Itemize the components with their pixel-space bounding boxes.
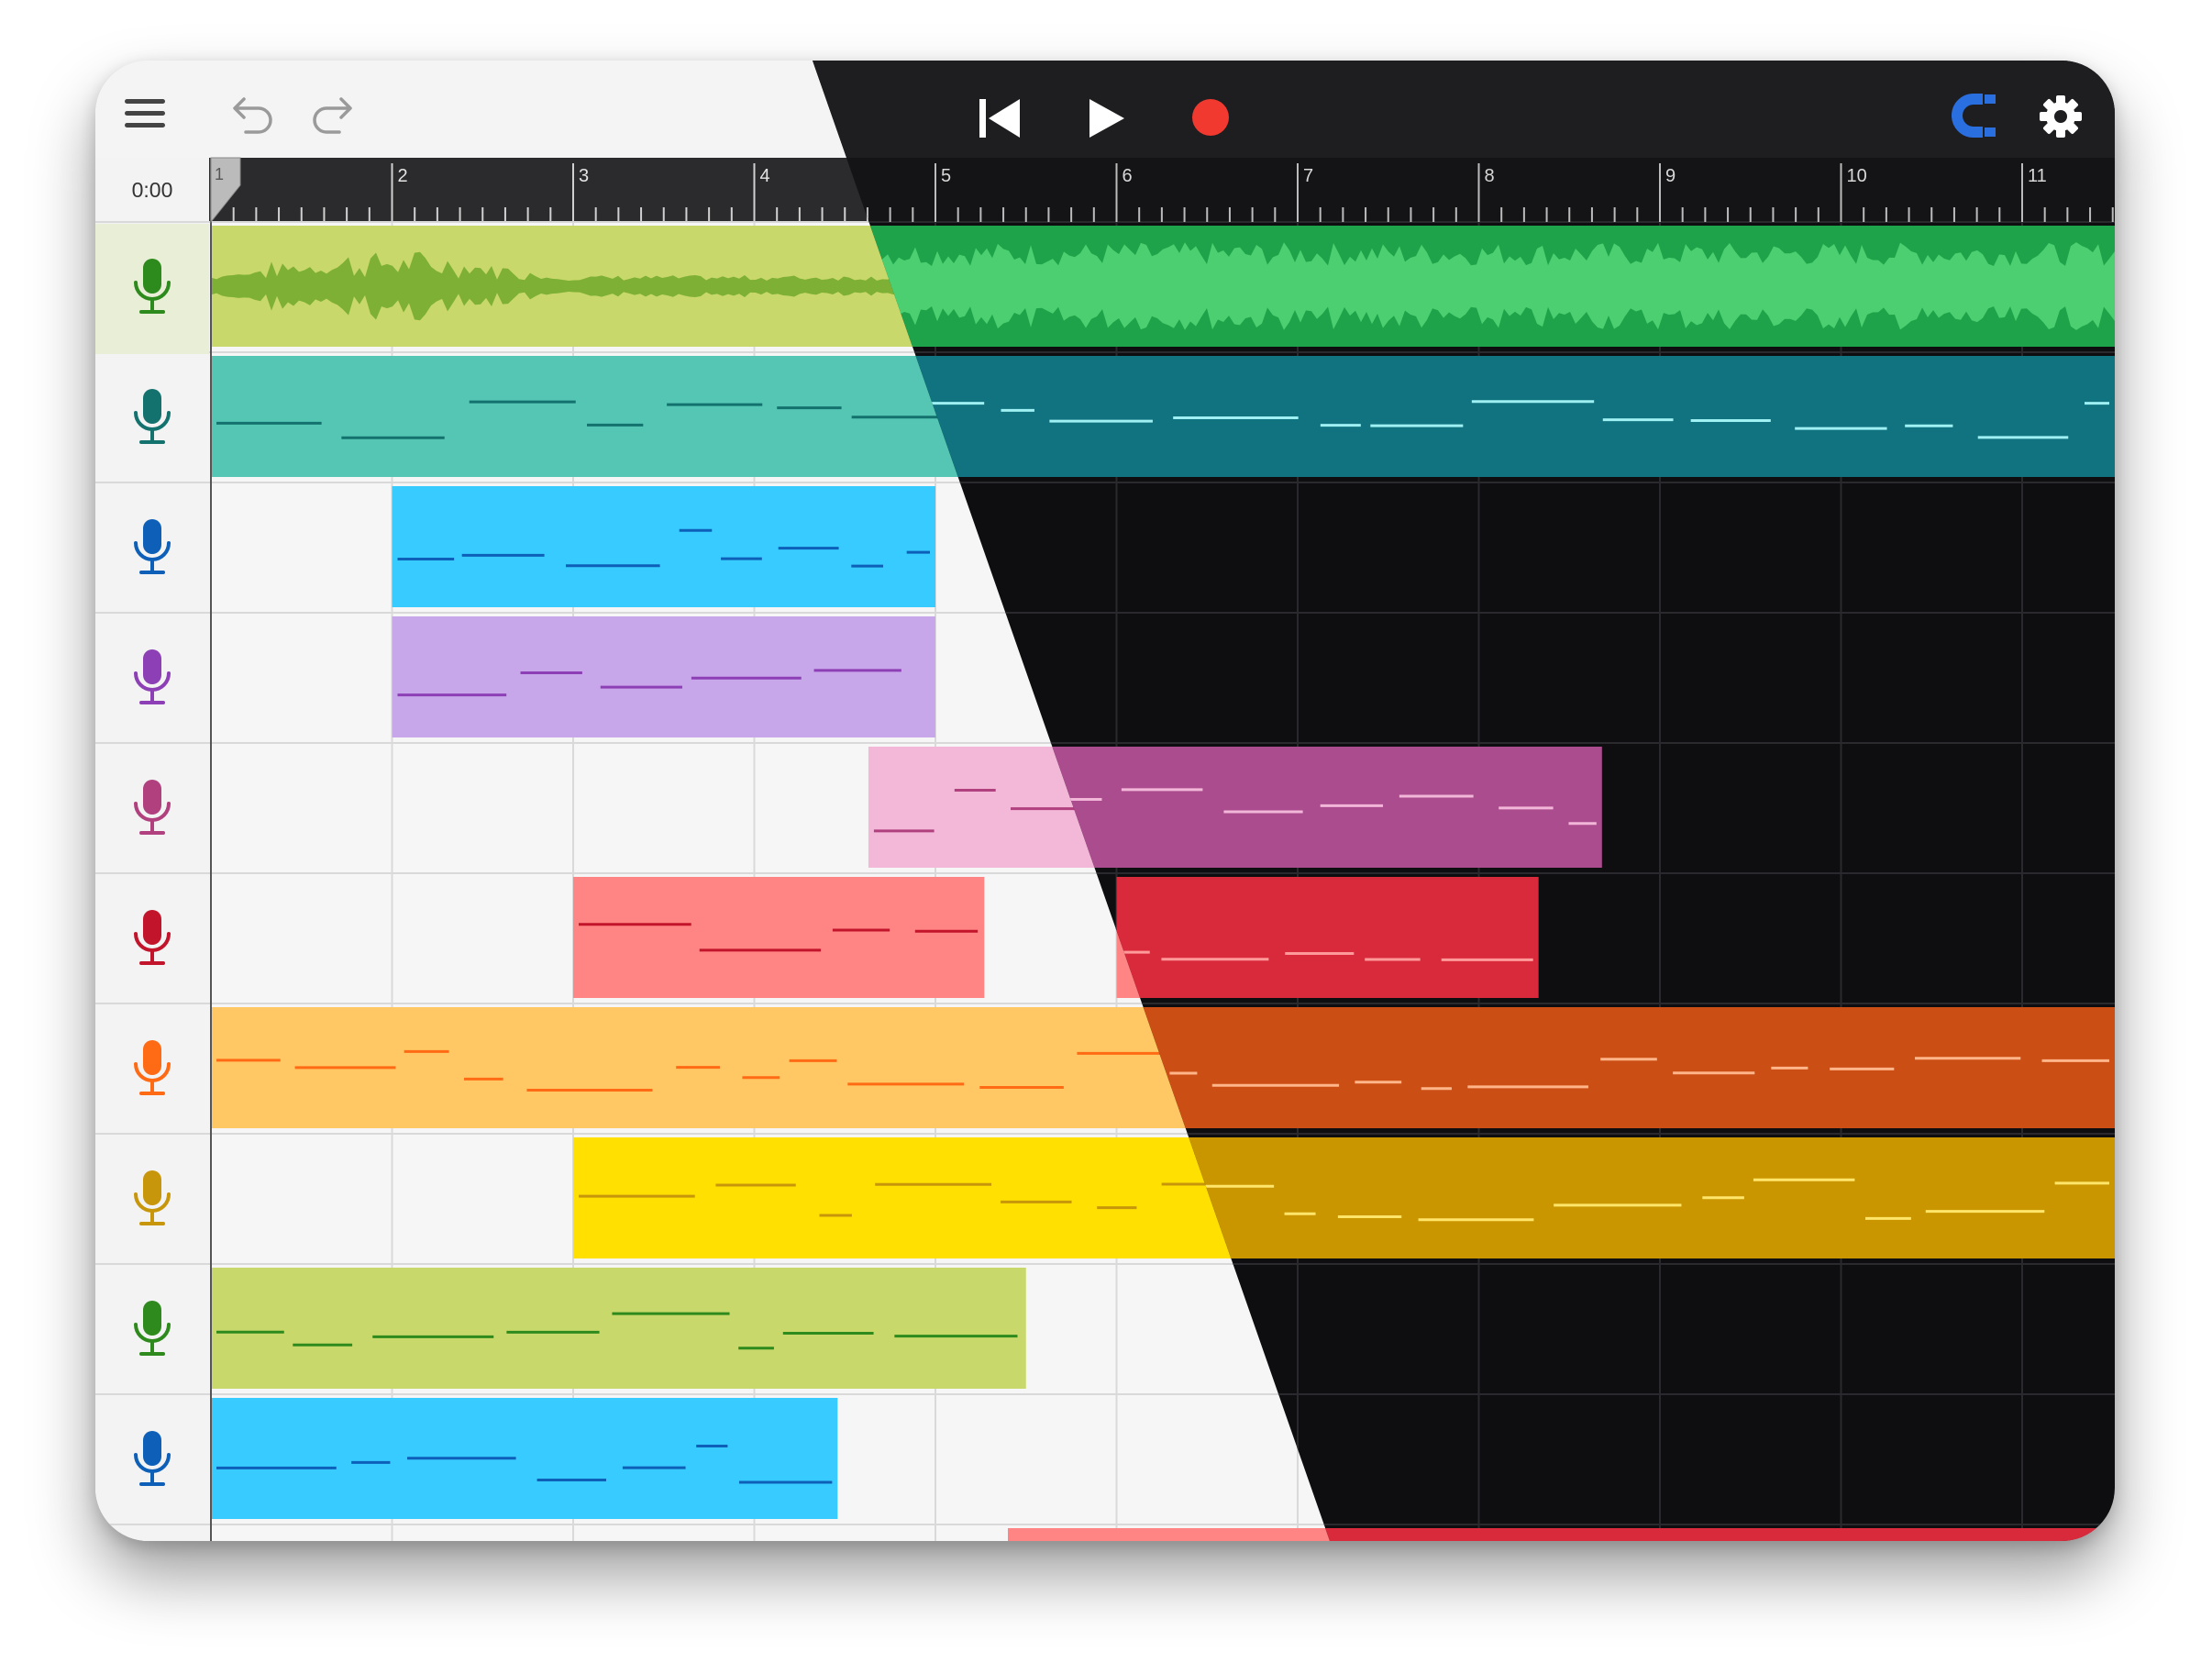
play-button[interactable] bbox=[1086, 97, 1126, 139]
rewind-button[interactable] bbox=[978, 97, 1023, 139]
microphone-icon bbox=[134, 389, 171, 444]
undo-arrow-icon bbox=[233, 97, 272, 134]
track-clip[interactable] bbox=[868, 747, 1602, 868]
track-clip[interactable] bbox=[1116, 877, 1539, 998]
ruler-bar-label: 5 bbox=[941, 166, 951, 186]
ruler-bar-label: 7 bbox=[1303, 166, 1313, 186]
track-clip[interactable] bbox=[211, 356, 2115, 477]
timeline-light-theme: 12345678910111 bbox=[95, 61, 2115, 1541]
track-clip[interactable] bbox=[573, 877, 985, 998]
redo-arrow-icon bbox=[313, 97, 352, 134]
track-header-6[interactable] bbox=[95, 875, 209, 1005]
track-header-10[interactable] bbox=[95, 1396, 209, 1526]
app-window: 12345678910111 12345678910111 0:00 bbox=[95, 61, 2115, 1541]
track-header-8[interactable] bbox=[95, 1136, 209, 1266]
microphone-icon bbox=[134, 780, 171, 835]
playhead-label: 1 bbox=[215, 165, 224, 183]
track-clip[interactable] bbox=[392, 486, 936, 607]
track-header-2[interactable] bbox=[95, 354, 209, 484]
microphone-icon bbox=[134, 1040, 171, 1095]
microphone-icon bbox=[134, 1301, 171, 1356]
record-icon bbox=[1192, 99, 1229, 136]
ruler-bar-label: 3 bbox=[579, 166, 589, 186]
undo-button[interactable] bbox=[231, 92, 277, 138]
record-button[interactable] bbox=[1190, 97, 1231, 138]
microphone-icon bbox=[134, 519, 171, 574]
track-clip[interactable] bbox=[211, 1268, 1026, 1389]
track-header-5[interactable] bbox=[95, 745, 209, 875]
ruler-bar-label: 9 bbox=[1665, 166, 1676, 186]
microphone-icon bbox=[134, 910, 171, 965]
track-header-7[interactable] bbox=[95, 1005, 209, 1136]
skip-to-start-icon bbox=[979, 99, 1020, 138]
redo-button[interactable] bbox=[308, 92, 354, 138]
ruler-bar-label: 10 bbox=[1847, 166, 1867, 186]
track-header-1[interactable] bbox=[95, 224, 209, 354]
play-icon bbox=[1089, 99, 1124, 138]
snap-button[interactable] bbox=[1952, 94, 1997, 141]
microphone-icon bbox=[134, 1170, 171, 1225]
time-readout: 0:00 bbox=[131, 178, 173, 202]
track-header-4[interactable] bbox=[95, 615, 209, 745]
microphone-icon bbox=[134, 1431, 171, 1486]
track-header-3[interactable] bbox=[95, 484, 209, 615]
ruler-bar-label: 11 bbox=[2028, 166, 2047, 186]
hamburger-menu-icon bbox=[125, 99, 165, 127]
ruler-bar-label: 6 bbox=[1123, 166, 1133, 186]
track-clip[interactable] bbox=[211, 1007, 2115, 1128]
ruler-bar-label: 4 bbox=[760, 166, 770, 186]
ruler-bar-label: 8 bbox=[1485, 166, 1495, 186]
track-clip[interactable] bbox=[211, 1398, 838, 1519]
ruler-bar-label: 2 bbox=[398, 166, 408, 186]
track-clip[interactable] bbox=[573, 1137, 2115, 1258]
menu-button[interactable] bbox=[123, 92, 167, 136]
magnet-snap-icon bbox=[1952, 94, 1996, 138]
gear-icon bbox=[2040, 95, 2082, 138]
track-clip[interactable] bbox=[392, 616, 936, 737]
settings-button[interactable] bbox=[2038, 94, 2084, 139]
microphone-icon bbox=[134, 259, 171, 314]
track-header-9[interactable] bbox=[95, 1266, 209, 1396]
microphone-icon bbox=[134, 649, 171, 704]
